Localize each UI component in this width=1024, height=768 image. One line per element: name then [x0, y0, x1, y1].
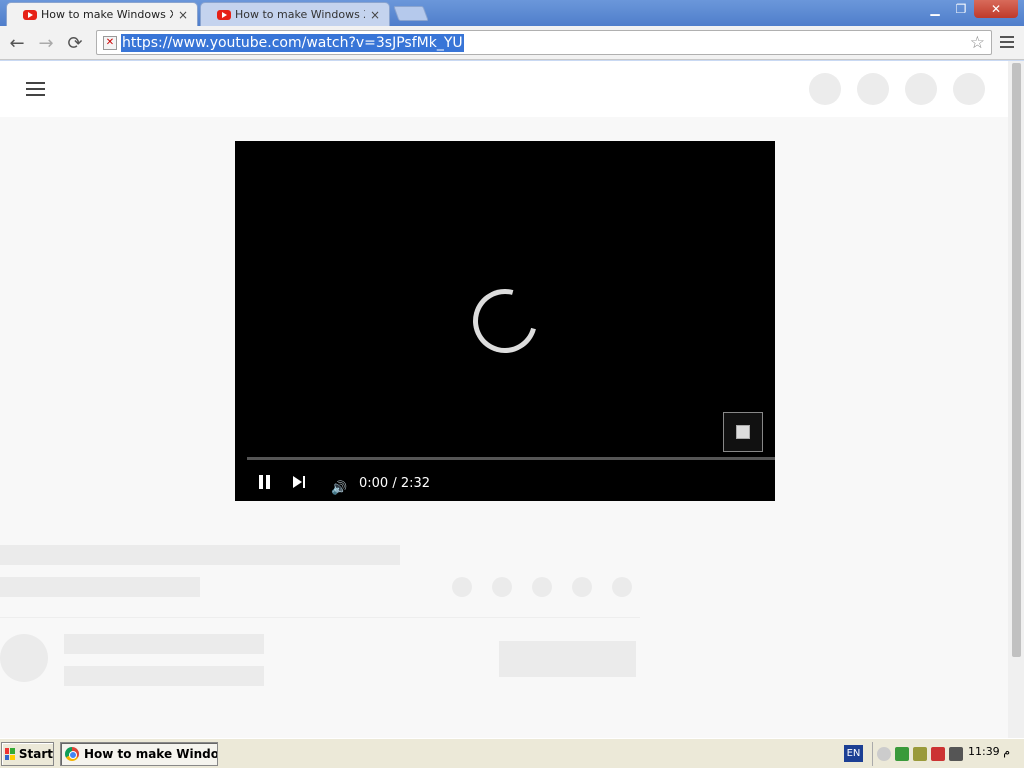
tab-title: How to make Windows Xp loo: [235, 8, 365, 21]
page-scrollbar[interactable]: [1008, 61, 1024, 738]
tray-app-icon[interactable]: [895, 747, 909, 761]
video-timecode: 0:00 / 2:32: [359, 476, 431, 491]
tray-app-icon[interactable]: [913, 747, 927, 761]
reload-button[interactable]: ⟳: [63, 31, 87, 55]
tab-youtube-inactive[interactable]: How to make Windows Xp loo ×: [200, 2, 390, 26]
masthead-button-placeholder: [809, 73, 841, 105]
taskbar-item-chrome[interactable]: How to make Window...: [60, 742, 218, 766]
address-bar[interactable]: ✕ https://www.youtube.com/watch?v=3sJPsf…: [96, 30, 992, 55]
restore-button[interactable]: ❐: [948, 0, 974, 18]
tray-app-icon[interactable]: [949, 747, 963, 761]
forward-button[interactable]: →: [34, 31, 58, 55]
taskbar-item-label: How to make Window...: [84, 747, 217, 761]
views-placeholder: [0, 577, 200, 597]
youtube-page: 🔊 0:00 / 2:32: [0, 61, 1008, 738]
chrome-titlebar: How to make Windows Xp loo × How to make…: [0, 0, 1024, 26]
system-clock[interactable]: 11:39 م: [968, 745, 1010, 758]
action-placeholder: [452, 577, 472, 597]
channel-avatar-placeholder: [0, 634, 48, 682]
new-tab-button[interactable]: [393, 6, 429, 21]
subscribers-placeholder: [64, 666, 264, 686]
tab-youtube-active[interactable]: How to make Windows Xp loo ×: [6, 2, 198, 26]
network-icon[interactable]: [877, 747, 891, 761]
action-placeholder: [492, 577, 512, 597]
guide-menu-icon[interactable]: [26, 82, 46, 98]
youtube-masthead: [0, 61, 1008, 117]
loading-spinner-icon: [461, 277, 549, 365]
language-indicator[interactable]: EN: [844, 745, 863, 762]
action-placeholder: [532, 577, 552, 597]
windows-logo-icon: [5, 748, 15, 760]
video-progress-bar[interactable]: [247, 457, 775, 460]
browser-toolbar: ← → ⟳ ✕ https://www.youtube.com/watch?v=…: [0, 26, 1024, 60]
action-placeholder: [572, 577, 592, 597]
insecure-page-icon[interactable]: ✕: [103, 36, 117, 50]
broken-image-icon[interactable]: [723, 412, 763, 452]
tab-title: How to make Windows Xp loo: [41, 8, 173, 21]
pause-button[interactable]: [259, 475, 273, 491]
action-placeholder: [612, 577, 632, 597]
masthead-button-placeholder: [953, 73, 985, 105]
masthead-button-placeholder: [905, 73, 937, 105]
chrome-icon: [65, 747, 79, 761]
volume-icon[interactable]: 🔊: [331, 481, 347, 496]
scrollbar-thumb[interactable]: [1012, 63, 1021, 657]
masthead-button-placeholder: [857, 73, 889, 105]
bookmark-star-icon[interactable]: ☆: [970, 33, 985, 53]
close-window-button[interactable]: ✕: [974, 0, 1018, 18]
start-button[interactable]: Start: [1, 742, 54, 766]
youtube-favicon-icon: [217, 9, 231, 20]
tab-close-icon[interactable]: ×: [177, 8, 189, 22]
title-placeholder: [0, 545, 400, 565]
start-label: Start: [18, 747, 53, 761]
url-text[interactable]: https://www.youtube.com/watch?v=3sJPsfMk…: [121, 34, 464, 52]
tray-app-icon[interactable]: [931, 747, 945, 761]
youtube-favicon-icon: [23, 9, 37, 20]
window-controls: ▁ ❐ ✕: [922, 0, 1018, 18]
chrome-menu-button[interactable]: [1000, 33, 1016, 51]
windows-taskbar: Start How to make Window... EN 11:39 م: [0, 738, 1024, 768]
back-button[interactable]: ←: [5, 31, 29, 55]
tab-close-icon[interactable]: ×: [369, 8, 381, 22]
next-video-button[interactable]: [293, 475, 307, 491]
subscribe-button-placeholder: [499, 641, 636, 677]
minimize-button[interactable]: ▁: [922, 0, 948, 18]
divider: [0, 617, 640, 618]
video-player[interactable]: 🔊 0:00 / 2:32: [235, 141, 775, 501]
channel-name-placeholder: [64, 634, 264, 654]
